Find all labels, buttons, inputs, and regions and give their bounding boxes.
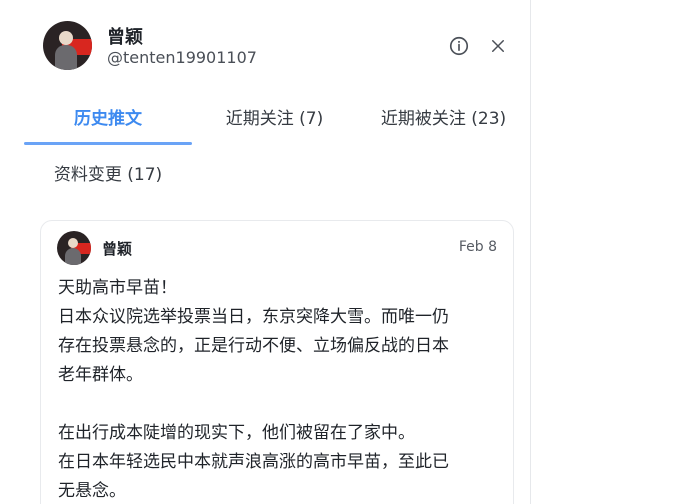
info-button[interactable] [445, 32, 473, 60]
tab-bar: 历史推文 近期关注 (7) 近期被关注 (23) 资料变更 (17) [24, 90, 530, 198]
tab-profile-changes[interactable]: 资料变更 (17) [24, 146, 192, 198]
close-button[interactable] [484, 32, 512, 60]
avatar[interactable] [43, 21, 92, 70]
post-line: 天助高市早苗！ [58, 278, 177, 298]
avatar-body [65, 248, 81, 265]
avatar-head [59, 31, 73, 45]
post-author-name: 曾颖 [102, 240, 133, 258]
profile-name: 曾颖 [107, 27, 143, 48]
profile-handle: @tenten19901107 [107, 48, 257, 67]
post-author-avatar[interactable] [57, 231, 91, 265]
post-line: 在日本年轻选民中本就声浪高涨的高市早苗，至此已 [58, 452, 449, 472]
post-line: 无悬念。 [58, 481, 126, 501]
post-date: Feb 8 [458, 239, 497, 255]
profile-header: 曾颖 @tenten19901107 [0, 0, 530, 90]
tab-history-posts[interactable]: 历史推文 [24, 90, 192, 142]
post-content: 天助高市早苗！ 日本众议院选举投票当日，东京突降大雪。而唯一仍 存在投票悬念的，… [58, 274, 503, 504]
profile-panel: 曾颖 @tenten19901107 历史推文 近期关注 (7) 近期被关注 (… [0, 0, 531, 504]
avatar-head [68, 238, 78, 248]
post-card[interactable]: 曾颖 Feb 8 天助高市早苗！ 日本众议院选举投票当日，东京突降大雪。而唯一仍… [40, 220, 514, 504]
post-line: 老年群体。 [58, 365, 143, 385]
post-line: 存在投票悬念的，正是行动不便、立场偏反战的日本 [58, 336, 449, 356]
tab-recent-following[interactable]: 近期关注 (7) [192, 90, 357, 142]
post-line: 日本众议院选举投票当日，东京突降大雪。而唯一仍 [58, 307, 449, 327]
active-tab-indicator [24, 142, 192, 145]
info-circle-icon [449, 36, 469, 56]
post-line: 在出行成本陡增的现实下，他们被留在了家中。 [58, 423, 415, 443]
avatar-body [55, 45, 77, 70]
tab-recent-followers[interactable]: 近期被关注 (23) [357, 90, 530, 142]
close-icon [492, 40, 504, 52]
